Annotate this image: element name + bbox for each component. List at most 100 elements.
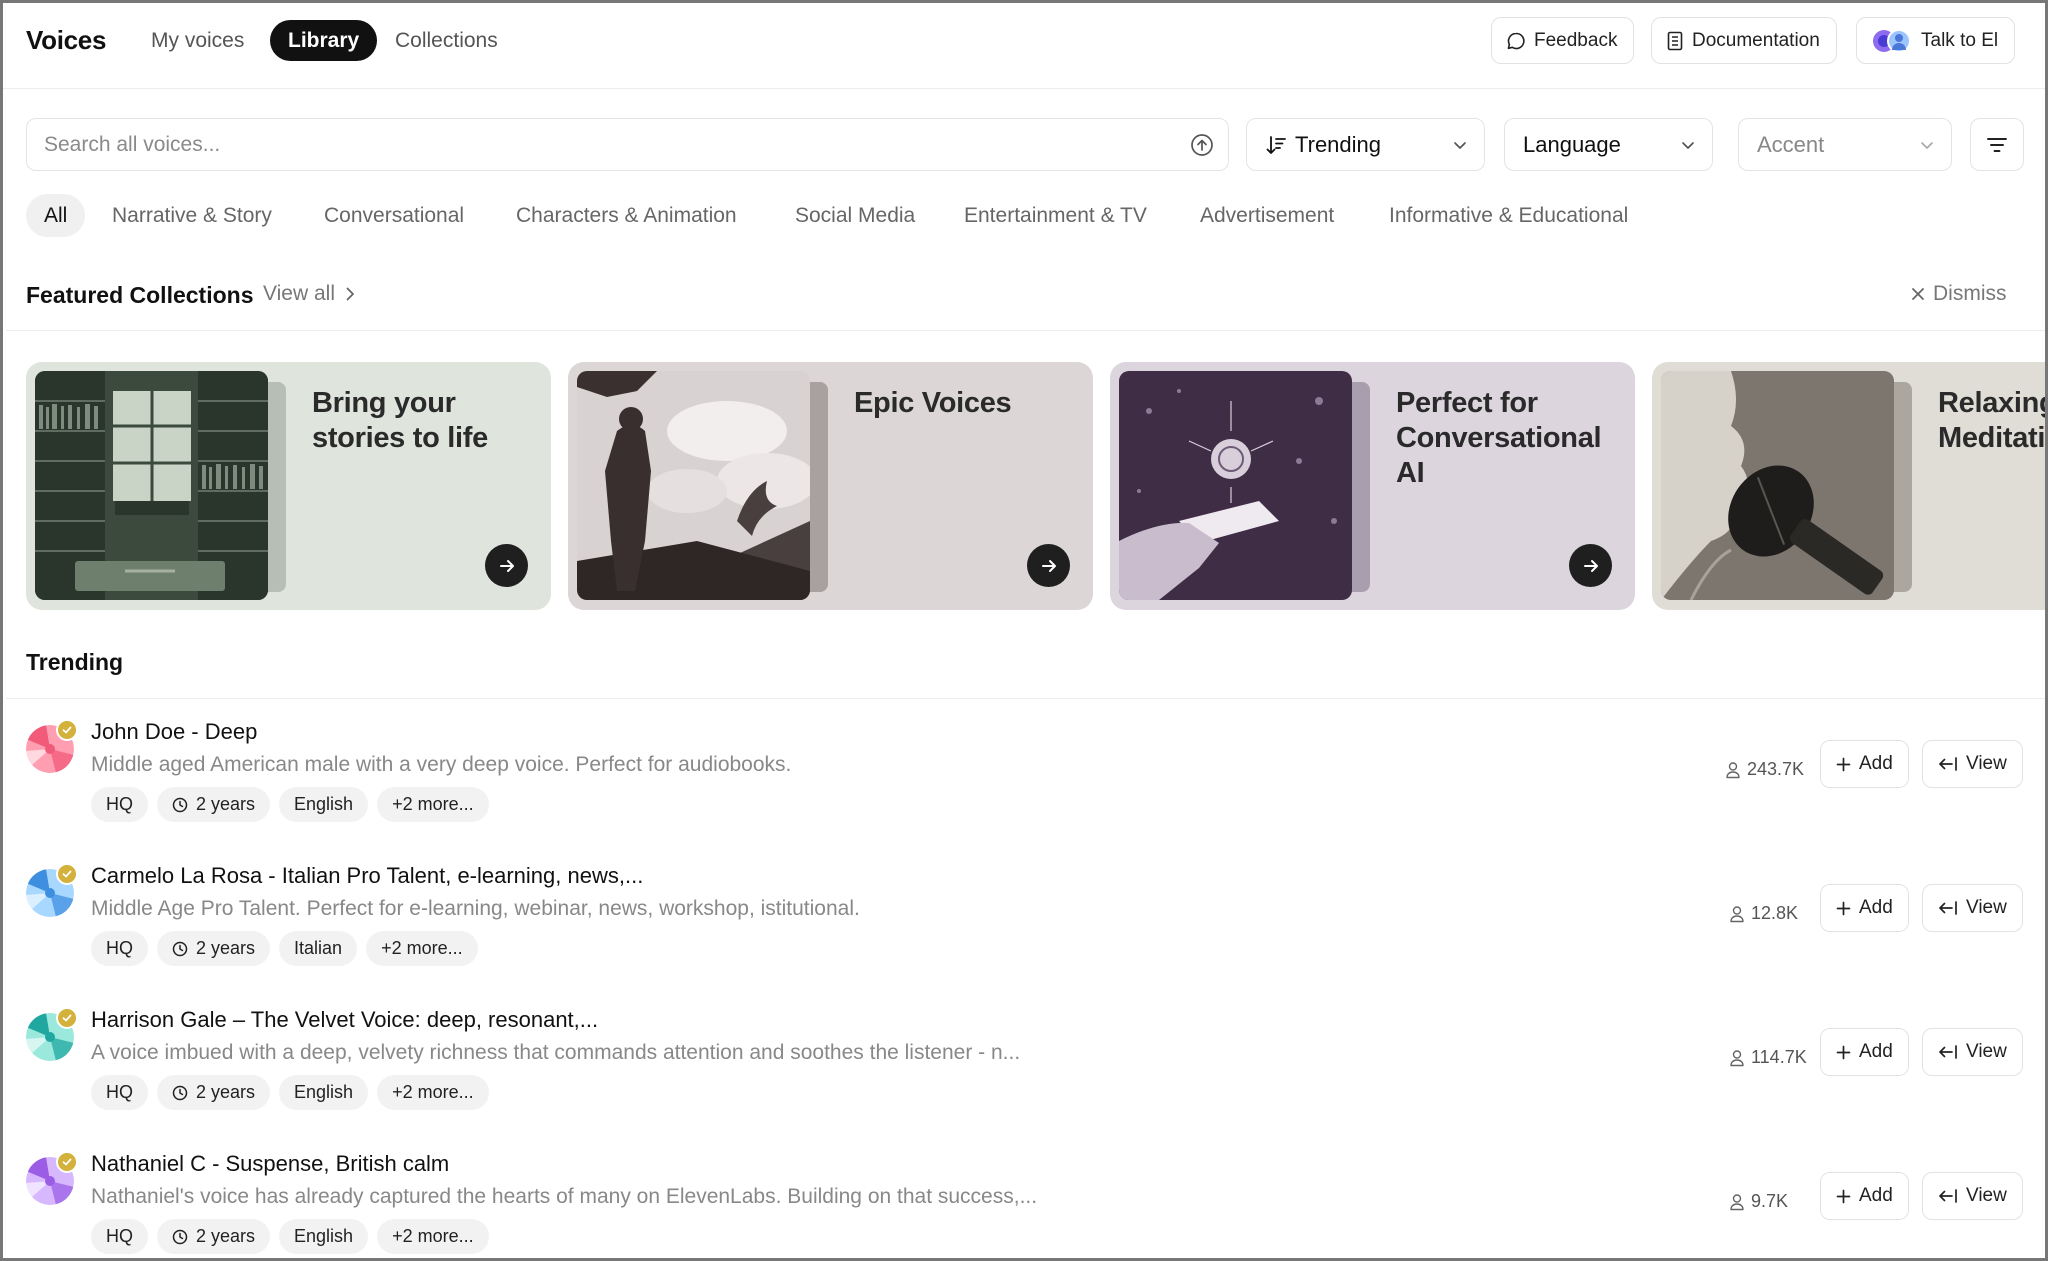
usage-count: 9.7K	[1729, 1191, 1788, 1212]
collection-card[interactable]: Bring your stories to life	[26, 362, 551, 610]
view-voice-button[interactable]: View	[1922, 740, 2023, 788]
open-collection-button[interactable]	[1569, 544, 1612, 587]
view-label: View	[1966, 753, 2007, 774]
tag-label: Italian	[294, 938, 343, 958]
voice-name[interactable]: Carmelo La Rosa - Italian Pro Talent, e-…	[91, 863, 643, 889]
category-all[interactable]: All	[26, 194, 86, 237]
open-collection-button[interactable]	[485, 544, 528, 587]
arrow-right-icon	[1583, 559, 1598, 572]
tag-label: HQ	[106, 1082, 133, 1102]
category-informative-educational[interactable]: Informative & Educational	[1371, 194, 1646, 237]
talk-to-el-button[interactable]: Talk to El	[1856, 17, 2016, 64]
tag-more[interactable]: +2 more...	[377, 1219, 489, 1254]
tag-language: Italian	[279, 931, 358, 966]
collection-card[interactable]: Epic Voices	[568, 362, 1093, 610]
dismiss-button[interactable]: Dismiss	[1911, 282, 2007, 306]
tag-label: HQ	[106, 938, 133, 958]
verified-badge	[56, 863, 78, 885]
sort-icon	[1266, 135, 1286, 154]
view-voice-button[interactable]: View	[1922, 1028, 2023, 1076]
category-conversational[interactable]: Conversational	[306, 194, 482, 237]
tag-age: 2 years	[157, 787, 271, 822]
category-social-media[interactable]: Social Media	[777, 194, 933, 237]
tab-collections[interactable]: Collections	[377, 20, 516, 61]
view-voice-button[interactable]: View	[1922, 1172, 2023, 1220]
voice-name[interactable]: Nathaniel C - Suspense, British calm	[91, 1151, 449, 1177]
verified-check-icon	[62, 1014, 72, 1022]
verified-badge	[56, 719, 78, 741]
voice-row[interactable]: Carmelo La Rosa - Italian Pro Talent, e-…	[3, 849, 2045, 989]
arrow-to-left-icon	[1939, 757, 1957, 771]
arrow-to-left-icon	[1939, 901, 1957, 915]
add-label: Add	[1859, 753, 1893, 774]
accent-value: Accent	[1757, 131, 1825, 157]
clock-icon	[172, 797, 188, 812]
usage-value: 114.7K	[1751, 1047, 1807, 1067]
conversational-ai-illustration	[1119, 371, 1352, 600]
view-voice-button[interactable]: View	[1922, 884, 2023, 932]
tag-label: HQ	[106, 1226, 133, 1246]
category-advertisement[interactable]: Advertisement	[1182, 194, 1352, 237]
tag-label: +2 more...	[392, 1226, 474, 1246]
view-all-label: View all	[263, 282, 335, 305]
usage-count: 243.7K	[1725, 759, 1804, 780]
usage-count: 12.8K	[1729, 903, 1798, 924]
add-voice-button[interactable]: Add	[1820, 740, 1909, 788]
voice-row[interactable]: Harrison Gale – The Velvet Voice: deep, …	[3, 993, 2045, 1133]
view-all-link[interactable]: View all	[263, 282, 355, 306]
section-divider	[6, 698, 2045, 699]
documentation-button[interactable]: Documentation	[1651, 17, 1837, 64]
documentation-label: Documentation	[1692, 29, 1820, 51]
usage-value: 9.7K	[1751, 1191, 1789, 1211]
search-input[interactable]	[44, 119, 1164, 170]
card-title: Perfect for Conversational AI	[1396, 387, 1602, 489]
page-title: Voices	[26, 25, 107, 55]
orb-avatars-icon	[1873, 28, 1911, 53]
accent-dropdown[interactable]: Accent	[1738, 118, 1952, 171]
voice-row[interactable]: John Doe - Deep Middle aged American mal…	[3, 705, 2045, 845]
voice-name[interactable]: John Doe - Deep	[91, 719, 257, 745]
verified-check-icon	[62, 870, 72, 878]
tag-label: 2 years	[196, 938, 256, 958]
tag-more[interactable]: +2 more...	[366, 931, 478, 966]
tag-more[interactable]: +2 more...	[377, 1075, 489, 1110]
category-entertainment-tv[interactable]: Entertainment & TV	[946, 194, 1165, 237]
tag-more[interactable]: +2 more...	[377, 787, 489, 822]
tag-age: 2 years	[157, 1075, 271, 1110]
category-characters-animation[interactable]: Characters & Animation	[498, 194, 755, 237]
feedback-button[interactable]: Feedback	[1491, 17, 1635, 64]
tab-my-voices[interactable]: My voices	[133, 20, 262, 61]
voice-name[interactable]: Harrison Gale – The Velvet Voice: deep, …	[91, 1007, 598, 1033]
tag-label: 2 years	[196, 1226, 256, 1246]
dismiss-label: Dismiss	[1933, 282, 2007, 305]
tag-label: +2 more...	[392, 794, 474, 814]
collection-card[interactable]: Perfect for Conversational AI	[1110, 362, 1635, 610]
user-icon	[1726, 761, 1740, 778]
trending-title: Trending	[26, 649, 124, 675]
tag-quality: HQ	[91, 1219, 148, 1254]
user-icon	[1730, 905, 1744, 922]
tag-label: +2 more...	[392, 1082, 474, 1102]
usage-value: 12.8K	[1751, 903, 1799, 923]
filter-button[interactable]	[1970, 118, 2024, 171]
category-narrative-story[interactable]: Narrative & Story	[94, 194, 290, 237]
collection-card[interactable]: Relaxing Meditation	[1652, 362, 2045, 610]
sort-dropdown[interactable]: Trending	[1246, 118, 1485, 171]
language-dropdown[interactable]: Language	[1504, 118, 1713, 171]
search-box	[26, 118, 1229, 171]
open-collection-button[interactable]	[1027, 544, 1070, 587]
add-voice-button[interactable]: Add	[1820, 1028, 1909, 1076]
upload-icon[interactable]	[1190, 133, 1214, 157]
add-voice-button[interactable]: Add	[1820, 1172, 1909, 1220]
voice-row[interactable]: Nathaniel C - Suspense, British calm Nat…	[3, 1137, 2045, 1258]
voice-tags: HQ 2 years English +2 more...	[91, 1219, 489, 1254]
clock-icon	[172, 1085, 188, 1100]
add-voice-button[interactable]: Add	[1820, 884, 1909, 932]
verified-check-icon	[62, 1158, 72, 1166]
tag-language: English	[279, 1075, 369, 1110]
tag-label: 2 years	[196, 794, 256, 814]
epic-illustration	[577, 371, 810, 600]
tab-library[interactable]: Library	[270, 20, 378, 61]
view-label: View	[1966, 1041, 2007, 1062]
microphone-illustration	[1661, 371, 1894, 600]
